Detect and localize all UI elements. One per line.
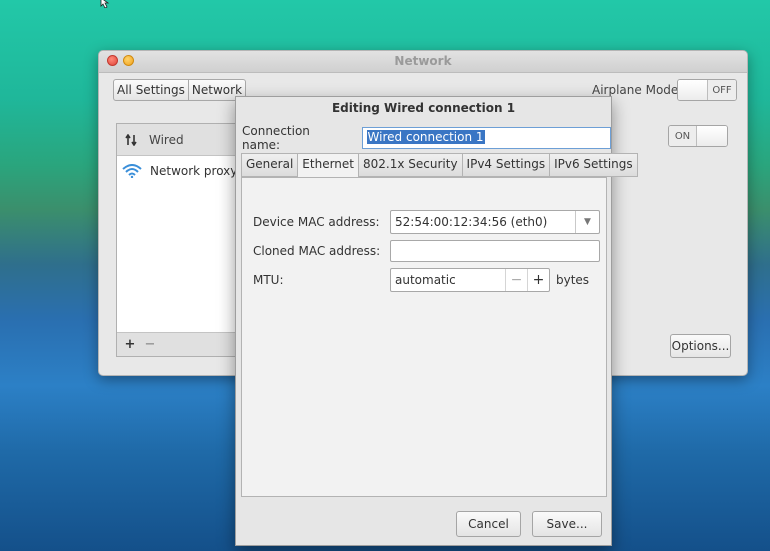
device-mac-row: Device MAC address: 52:54:00:12:34:56 (e… <box>253 210 600 234</box>
mtu-row: MTU: automatic − + bytes <box>253 268 589 292</box>
cloned-mac-label: Cloned MAC address: <box>253 244 381 258</box>
breadcrumb: All Settings Network <box>113 79 247 101</box>
wired-toggle[interactable]: ON <box>668 125 728 147</box>
airplane-mode-label: Airplane Mode <box>592 83 679 97</box>
mtu-unit: bytes <box>556 273 590 287</box>
connection-name-label: Connection name: <box>242 124 310 152</box>
toggle-state: ON <box>669 126 697 146</box>
tab-ipv6-settings[interactable]: IPv6 Settings <box>549 153 638 177</box>
tab-general[interactable]: General <box>241 153 298 177</box>
tab-bar: General Ethernet 802.1x Security IPv4 Se… <box>241 153 638 179</box>
cancel-button[interactable]: Cancel <box>456 511 521 537</box>
connection-name-row: Connection name: Wired connection 1 <box>242 124 611 152</box>
airplane-mode-toggle[interactable]: OFF <box>677 79 737 101</box>
window-title: Network <box>394 54 452 68</box>
ethernet-tab-panel: Device MAC address: 52:54:00:12:34:56 (e… <box>241 177 607 497</box>
cloned-mac-input[interactable] <box>390 240 600 262</box>
toggle-state: OFF <box>708 80 736 100</box>
device-mac-value: 52:54:00:12:34:56 (eth0) <box>395 215 548 229</box>
device-mac-label: Device MAC address: <box>253 215 380 229</box>
all-settings-button[interactable]: All Settings <box>113 79 189 101</box>
mouse-cursor-icon <box>100 0 110 8</box>
connection-name-value: Wired connection 1 <box>366 130 485 144</box>
mtu-stepper[interactable]: automatic − + <box>390 268 550 292</box>
list-item-network-proxy[interactable]: Network proxy <box>117 156 241 186</box>
chevron-down-icon[interactable]: ▼ <box>575 211 599 233</box>
wifi-icon <box>122 164 142 178</box>
decrement-button[interactable]: − <box>505 269 527 291</box>
add-connection-button[interactable]: + <box>122 337 138 353</box>
list-item-label: Network proxy <box>150 164 238 178</box>
tab-ipv4-settings[interactable]: IPv4 Settings <box>461 153 550 177</box>
title-bar: Network <box>99 51 747 73</box>
tab-ethernet[interactable]: Ethernet <box>297 153 358 179</box>
cloned-mac-row: Cloned MAC address: <box>253 240 600 262</box>
mtu-label: MTU: <box>253 273 284 287</box>
increment-button[interactable]: + <box>527 269 549 291</box>
list-toolbar: + − <box>117 332 241 356</box>
save-button[interactable]: Save... <box>532 511 602 537</box>
list-item-label: Wired <box>149 132 184 147</box>
remove-connection-button[interactable]: − <box>142 337 158 353</box>
mtu-value: automatic <box>395 273 456 287</box>
toggle-knob <box>678 80 708 100</box>
list-item-wired[interactable]: Wired <box>117 124 241 156</box>
edit-connection-dialog: Editing Wired connection 1 Connection na… <box>235 96 638 546</box>
options-button[interactable]: Options... <box>670 334 731 358</box>
wired-arrows-icon <box>125 133 137 146</box>
connection-list: Wired Network proxy + − <box>116 123 242 357</box>
device-mac-combo[interactable]: 52:54:00:12:34:56 (eth0) ▼ <box>390 210 600 234</box>
toggle-knob <box>697 126 727 146</box>
dialog-title: Editing Wired connection 1 <box>331 101 516 115</box>
tab-8021x-security[interactable]: 802.1x Security <box>358 153 462 177</box>
connection-name-input[interactable]: Wired connection 1 <box>361 127 611 149</box>
